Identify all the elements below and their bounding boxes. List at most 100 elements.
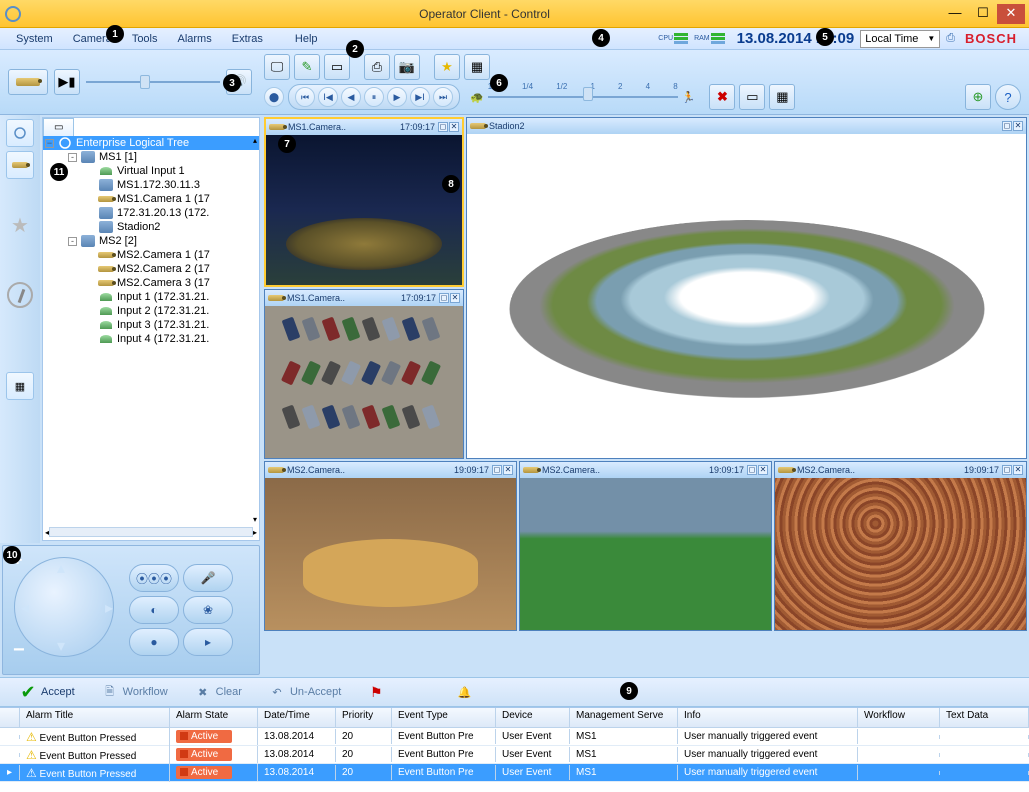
alarm-bell-button[interactable]: 🔔 (444, 679, 484, 705)
col-state[interactable]: Alarm State (170, 708, 258, 727)
help-button[interactable]: ? (995, 84, 1021, 110)
menu-extras[interactable]: Extras (222, 31, 273, 47)
ptz-down-icon[interactable]: ▾ (57, 636, 65, 656)
ptz-iris-close-button[interactable]: ● (129, 628, 179, 656)
video-tile[interactable]: MS2.Camera..19:09:17◻✕▦↺⬤◁🔊 (264, 461, 517, 631)
tree-item[interactable]: Input 1 (172.31.21. (43, 290, 259, 304)
ptz-preset-button[interactable]: ⦿⦿⦿ (129, 564, 179, 592)
menu-help[interactable]: Help (285, 31, 328, 47)
maximize-button[interactable]: ☐ (969, 4, 997, 24)
video-tile[interactable]: MS2.Camera..19:09:17◻✕▦↺⬤◁🔊 (519, 461, 772, 631)
tree-item[interactable]: Virtual Input 1 (43, 164, 259, 178)
col-title[interactable]: Alarm Title (20, 708, 170, 727)
ptz-focus-far-button[interactable]: ▸ (183, 628, 233, 656)
unaccept-button[interactable]: ↶Un-Accept (257, 679, 352, 705)
tile-maximize-button[interactable]: ◻ (492, 465, 502, 475)
menu-system[interactable]: System (6, 31, 63, 47)
favorites-tab-icon[interactable]: ★ (11, 213, 29, 238)
tool-monitor-button[interactable]: 🖵 (264, 54, 290, 80)
delete-view-button[interactable]: ✖ (709, 84, 735, 110)
workflow-button[interactable]: 🗎Workflow (90, 679, 179, 705)
col-device[interactable]: Device (496, 708, 570, 727)
tool-favorite-button[interactable]: ★ (434, 54, 460, 80)
tool-sequence-button[interactable]: ▦ (464, 54, 490, 80)
tile-close-button[interactable]: ✕ (503, 465, 513, 475)
col-priority[interactable]: Priority (336, 708, 392, 727)
ptz-left-icon[interactable]: ◂ (21, 598, 29, 618)
pause-button[interactable]: ⏸ (364, 87, 384, 107)
col-event-type[interactable]: Event Type (392, 708, 496, 727)
tree-item[interactable]: MS2.Camera 3 (17 (43, 276, 259, 290)
ptz-right-icon[interactable]: ▸ (105, 598, 113, 618)
tile-close-button[interactable]: ✕ (449, 122, 459, 132)
tab-tree-icon[interactable] (6, 119, 34, 147)
close-button[interactable]: ✕ (997, 4, 1025, 24)
ptz-iris-open-button[interactable]: ◐ (129, 596, 179, 624)
zoom-out-button[interactable]: − (13, 639, 25, 662)
alarm-row[interactable]: ⚠ Event Button PressedActive13.08.201420… (0, 728, 1029, 746)
tree-tab[interactable]: ▭ (43, 118, 74, 136)
step-back-button[interactable]: Ⅰ◀ (318, 87, 338, 107)
tree-item[interactable]: MS2.Camera 1 (17 (43, 248, 259, 262)
menu-tools[interactable]: Tools (122, 31, 168, 47)
playback-mode-button[interactable]: ▶▮ (54, 69, 80, 95)
speaker-button[interactable]: 🔊 (226, 69, 252, 95)
col-management-server[interactable]: Management Serve (570, 708, 678, 727)
forward-button[interactable]: ⏭ (433, 87, 453, 107)
tool-snapshot-button[interactable]: 📷 (394, 54, 420, 80)
menu-camera[interactable]: Camera (63, 31, 122, 47)
speed-slider[interactable]: 1/81/41/21248 (488, 92, 678, 102)
scroll-up-icon[interactable]: ▴ (253, 136, 257, 145)
tree-item[interactable]: Stadion2 (43, 220, 259, 234)
tree-item[interactable]: Input 4 (172.31.21. (43, 332, 259, 346)
tree-item[interactable]: MS1.Camera 1 (17 (43, 192, 259, 206)
alarm-row[interactable]: ▸⚠ Event Button PressedActive13.08.20142… (0, 764, 1029, 782)
timezone-select[interactable]: Local Time ▼ (860, 30, 940, 48)
accept-button[interactable]: ✔Accept (8, 679, 86, 705)
tree-item[interactable]: 172.31.20.13 (172. (43, 206, 259, 220)
scroll-right-icon[interactable]: ▸ (253, 528, 257, 537)
col-info[interactable]: Info (678, 708, 858, 727)
col-date[interactable]: Date/Time (258, 708, 336, 727)
tree-item[interactable]: Input 2 (172.31.21. (43, 304, 259, 318)
grid-tab-icon[interactable]: ▦ (6, 372, 34, 400)
tile-maximize-button[interactable]: ◻ (439, 293, 449, 303)
tree-body[interactable]: − Enterprise Logical Tree -MS1 [1]Virtua… (43, 136, 259, 476)
tile-maximize-button[interactable]: ◻ (747, 465, 757, 475)
tile-close-button[interactable]: ✕ (1013, 121, 1023, 131)
print-icon[interactable]: ⎙ (946, 32, 955, 45)
tree-item[interactable]: Input 3 (172.31.21. (43, 318, 259, 332)
video-tile[interactable]: Stadion2◻✕▦↺⬤◁🔊 (466, 117, 1027, 459)
tool-display-button[interactable]: ▭ (324, 54, 350, 80)
ptz-joypad[interactable]: + − ▴ ▾ ◂ ▸ (9, 552, 119, 662)
tree-item[interactable]: MS1.172.30.11.3 (43, 178, 259, 192)
video-tile[interactable]: MS1.Camera..17:09:17◻✕▦↺⬤◁🔊 (264, 289, 464, 459)
record-button[interactable]: ⬤ (264, 87, 284, 107)
tool-edit-button[interactable]: ✎ (294, 54, 320, 80)
tree-item[interactable]: -MS1 [1] (43, 150, 259, 164)
ptz-mic-button[interactable]: 🎤 (183, 564, 233, 592)
layout-button-1[interactable]: ▭ (739, 84, 765, 110)
camera-mode-button[interactable] (8, 69, 48, 95)
tree-item[interactable]: -MS2 [2] (43, 234, 259, 248)
tool-print-button[interactable]: ⎙ (364, 54, 390, 80)
add-pane-button[interactable]: ⊕ (965, 84, 991, 110)
ptz-focus-near-button[interactable]: ❀ (183, 596, 233, 624)
step-fwd-button[interactable]: ▶Ⅰ (410, 87, 430, 107)
tile-close-button[interactable]: ✕ (1013, 465, 1023, 475)
menu-alarms[interactable]: Alarms (168, 31, 222, 47)
tile-close-button[interactable]: ✕ (450, 293, 460, 303)
tile-close-button[interactable]: ✕ (758, 465, 768, 475)
tree-root[interactable]: − Enterprise Logical Tree (43, 136, 259, 150)
minimize-button[interactable]: — (941, 4, 969, 24)
video-tile[interactable]: MS2.Camera..19:09:17◻✕▦↺⬤◁🔊 (774, 461, 1027, 631)
alarm-row[interactable]: ⚠ Event Button PressedActive13.08.201420… (0, 746, 1029, 764)
col-text-data[interactable]: Text Data (940, 708, 1029, 727)
play-back-button[interactable]: ◀ (341, 87, 361, 107)
tree-item[interactable]: MS2.Camera 2 (17 (43, 262, 259, 276)
expand-icon[interactable]: - (68, 237, 77, 246)
alarm-flag-button[interactable]: ⚑ (356, 679, 396, 705)
tile-maximize-button[interactable]: ◻ (438, 122, 448, 132)
layout-button-2[interactable]: ▦ (769, 84, 795, 110)
play-button[interactable]: ▶ (387, 87, 407, 107)
